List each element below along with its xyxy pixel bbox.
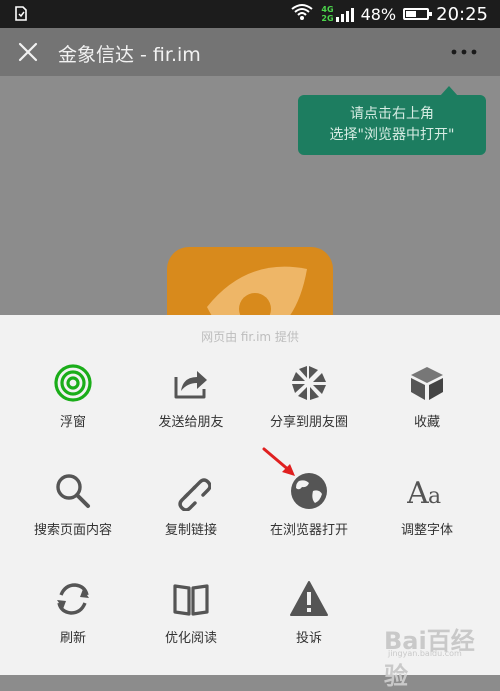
action-label: 分享到朋友圈 — [269, 415, 348, 430]
signal-icon — [335, 6, 354, 22]
title-bar: 金象信达 - fir.im — [0, 28, 500, 76]
action-label: 刷新 — [59, 631, 86, 646]
action-label: 收藏 — [413, 415, 440, 430]
refresh-button[interactable]: 刷新 — [14, 571, 132, 679]
network-type: 4G 2G — [321, 5, 333, 23]
watermark-sub: jingyan.baidu.com — [388, 649, 462, 658]
link-icon — [171, 471, 212, 512]
copy-link-button[interactable]: 复制链接 — [132, 463, 250, 571]
adjust-font-button[interactable]: A a 调整字体 — [368, 463, 486, 571]
svg-text:a: a — [428, 484, 441, 509]
action-label: 浮窗 — [59, 415, 86, 430]
favorite-cube-icon — [407, 363, 447, 403]
clock: 20:25 — [436, 3, 488, 25]
svg-text:A: A — [407, 476, 429, 511]
tooltip-line-1: 请点击右上角 — [350, 106, 434, 122]
action-label: 搜索页面内容 — [33, 523, 112, 538]
float-window-icon — [53, 363, 93, 403]
open-in-browser-button[interactable]: 在浏览器打开 — [250, 463, 368, 571]
report-button[interactable]: 投诉 — [250, 571, 368, 679]
optimize-reading-button[interactable]: 优化阅读 — [132, 571, 250, 679]
action-label: 投诉 — [295, 631, 322, 646]
tooltip-line-2: 选择"浏览器中打开" — [329, 127, 455, 143]
battery-level — [406, 11, 417, 17]
send-to-friend-button[interactable]: 发送给朋友 — [132, 355, 250, 463]
page-title: 金象信达 - fir.im — [58, 44, 201, 66]
float-window-button[interactable]: 浮窗 — [14, 355, 132, 463]
action-label: 在浏览器打开 — [269, 523, 348, 538]
search-icon — [53, 471, 93, 511]
open-in-browser-tooltip: 请点击右上角 选择"浏览器中打开" — [298, 86, 486, 155]
moments-aperture-icon — [289, 363, 329, 403]
font-aa-icon: A a — [406, 471, 447, 511]
action-label: 复制链接 — [164, 523, 217, 538]
search-page-button[interactable]: 搜索页面内容 — [14, 463, 132, 571]
share-arrow-icon — [171, 363, 211, 403]
wifi-icon — [290, 3, 314, 25]
battery-icon — [403, 8, 433, 20]
status-bar: 4G 2G 48% 20:25 — [0, 0, 500, 28]
provider-text: 网页由 fir.im 提供 — [201, 330, 299, 344]
red-arrow-annotation-icon — [262, 447, 298, 479]
baidu-watermark: Bai百经验 jingyan.baidu.com — [382, 621, 490, 690]
battery-percent: 48% — [360, 4, 397, 24]
refresh-icon — [53, 579, 93, 619]
action-label: 发送给朋友 — [158, 415, 224, 430]
action-label: 优化阅读 — [164, 631, 217, 646]
book-icon — [171, 579, 211, 619]
action-label: 调整字体 — [400, 523, 453, 538]
warning-icon — [289, 579, 329, 619]
network-bottom-label: 2G — [321, 14, 334, 23]
sim-icon — [12, 5, 30, 27]
favorite-button[interactable]: 收藏 — [368, 355, 486, 463]
close-icon[interactable] — [14, 38, 42, 66]
more-dots-icon[interactable] — [448, 38, 480, 66]
network-top-label: 4G — [321, 5, 334, 14]
